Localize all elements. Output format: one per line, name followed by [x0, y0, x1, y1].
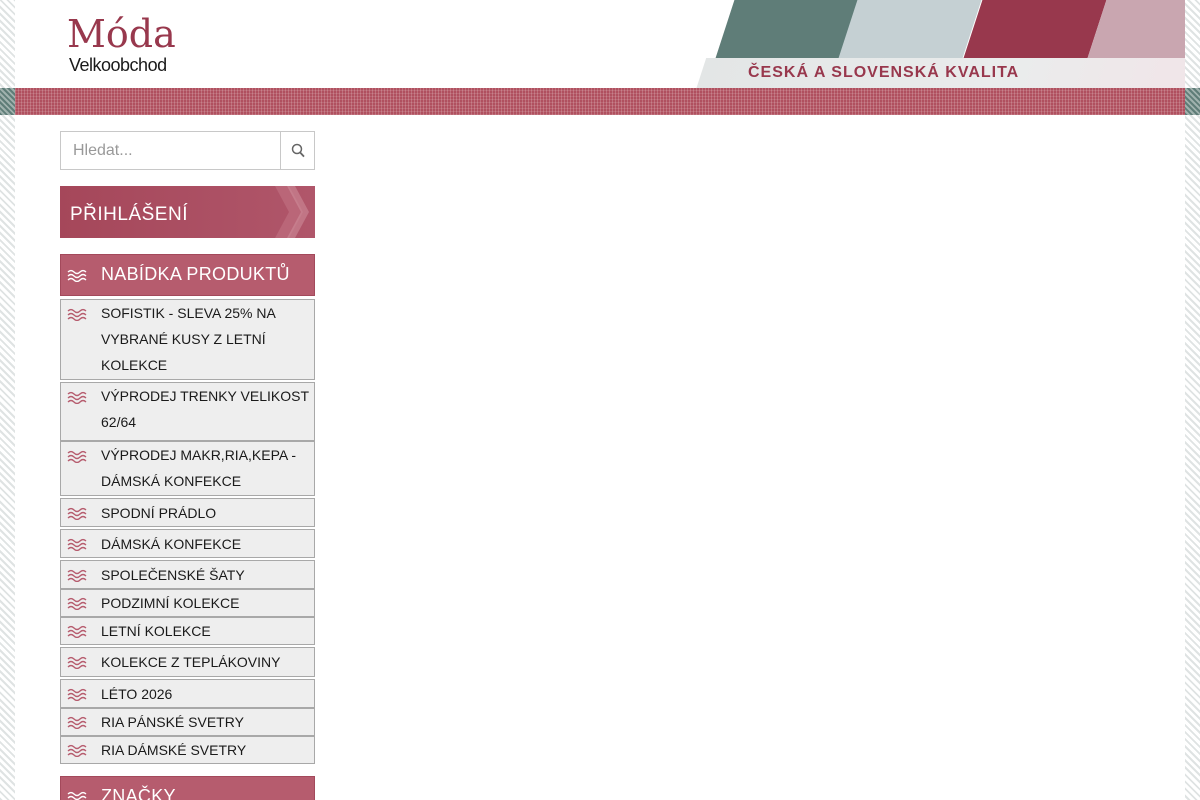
wave-icon [67, 624, 87, 639]
menu-item-label: PODZIMNÍ KOLEKCE [101, 595, 240, 611]
wave-icon [67, 537, 87, 552]
menu-item[interactable]: RIA DÁMSKÉ SVETRY [60, 736, 315, 764]
banner-strip-grey [837, 0, 983, 60]
stripe-bar-left-edge [0, 88, 15, 115]
search-input[interactable] [61, 132, 279, 169]
brands-header[interactable]: ZNAČKY [60, 776, 315, 800]
decorative-stripe-bar [15, 88, 1185, 115]
menu-item[interactable]: SPOLEČENSKÉ ŠATY [60, 560, 315, 589]
tagline: ČESKÁ A SLOVENSKÁ KVALITA [748, 64, 1020, 81]
menu-item-label: RIA PÁNSKÉ SVETRY [101, 714, 244, 730]
wave-icon [67, 715, 87, 730]
site-header: Móda Velkoobchod ČESKÁ A SLOVENSKÁ KVALI… [15, 0, 1185, 88]
menu-item-label: SPODNÍ PRÁDLO [101, 505, 217, 521]
products-header[interactable]: NABÍDKA PRODUKTŮ [60, 254, 315, 296]
stripe-bar-right-edge [1185, 88, 1200, 115]
menu-item[interactable]: PODZIMNÍ KOLEKCE [60, 589, 315, 617]
search-button[interactable] [280, 132, 315, 169]
wave-icon [67, 568, 87, 583]
logo[interactable]: Móda Velkoobchod [67, 12, 207, 82]
wave-icon [67, 655, 87, 670]
menu-item[interactable]: DÁMSKÁ KONFEKCE [60, 529, 315, 558]
wave-icon [67, 790, 87, 800]
menu-item[interactable]: RIA PÁNSKÉ SVETRY [60, 708, 315, 736]
wave-icon [67, 307, 87, 322]
wave-icon [67, 687, 87, 702]
menu-item[interactable]: VÝPRODEJ MAKR,RIA,KEPA - DÁMSKÁ KONFEKCE [60, 441, 315, 496]
menu-item[interactable]: SOFISTIK - SLEVA 25% NA VYBRANÉ KUSY Z L… [60, 299, 315, 380]
banner-strip-teal [714, 0, 860, 60]
wave-icon [67, 743, 87, 758]
menu-item-label: SPOLEČENSKÉ ŠATY [101, 567, 245, 583]
page: Móda Velkoobchod ČESKÁ A SLOVENSKÁ KVALI… [15, 0, 1185, 800]
menu-item[interactable]: LÉTO 2026 [60, 679, 315, 708]
menu-item-label: VÝPRODEJ TRENKY VELIKOST 62/64 [101, 388, 309, 430]
logo-main-text: Móda [67, 12, 176, 56]
wave-icon [67, 268, 87, 283]
wave-icon [67, 390, 87, 405]
login-label: PŘIHLÁŠENÍ [70, 204, 188, 225]
menu-item[interactable]: VÝPRODEJ TRENKY VELIKOST 62/64 [60, 382, 315, 441]
wave-icon [67, 506, 87, 521]
menu-item-label: RIA DÁMSKÉ SVETRY [101, 742, 247, 758]
menu-item-label: VÝPRODEJ MAKR,RIA,KEPA - DÁMSKÁ KONFEKCE [101, 447, 297, 489]
chevron-decoration [275, 186, 309, 238]
header-banner: ČESKÁ A SLOVENSKÁ KVALITA [685, 0, 1185, 88]
menu-item-label: DÁMSKÁ KONFEKCE [101, 536, 242, 552]
menu-item[interactable]: KOLEKCE Z TEPLÁKOVINY [60, 647, 315, 677]
menu-item-label: SOFISTIK - SLEVA 25% NA VYBRANÉ KUSY Z L… [101, 305, 276, 373]
logo-sub-text: Velkoobchod [69, 55, 167, 75]
search-box [60, 131, 315, 170]
wave-icon [67, 449, 87, 464]
products-header-label: NABÍDKA PRODUKTŮ [101, 264, 290, 284]
wave-icon [67, 596, 87, 611]
banner-strip-red [962, 0, 1108, 60]
login-button[interactable]: PŘIHLÁŠENÍ [60, 186, 315, 238]
menu-item[interactable]: LETNÍ KOLEKCE [60, 617, 315, 645]
search-icon [291, 143, 305, 158]
menu-item-label: KOLEKCE Z TEPLÁKOVINY [101, 654, 281, 670]
menu-item-label: LÉTO 2026 [101, 686, 173, 702]
brands-header-label: ZNAČKY [101, 786, 176, 800]
menu-item[interactable]: SPODNÍ PRÁDLO [60, 498, 315, 527]
menu-item-label: LETNÍ KOLEKCE [101, 623, 211, 639]
